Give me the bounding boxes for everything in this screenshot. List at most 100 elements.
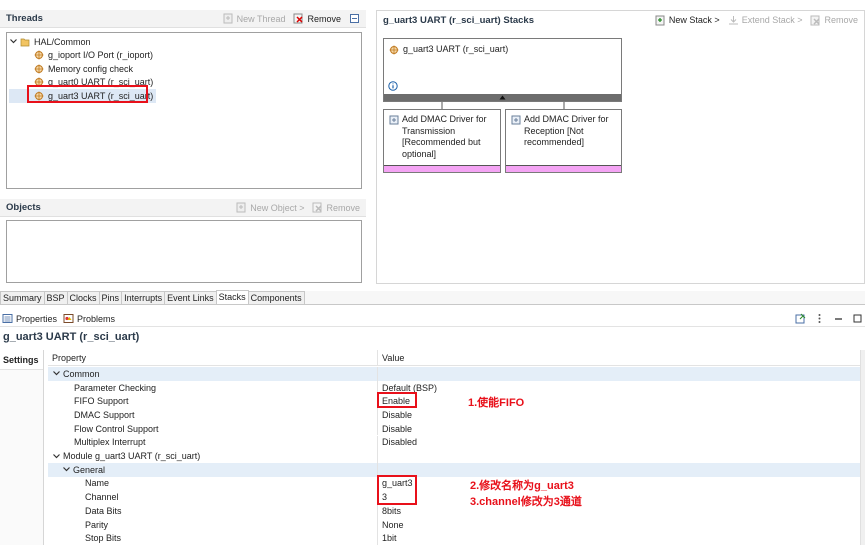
info-icon[interactable]	[388, 81, 398, 91]
properties-side-tabs: Settings	[0, 350, 44, 545]
add-driver-icon	[511, 115, 521, 125]
threads-panel: Threads New Thread Remove HAL/Common g_i…	[0, 10, 366, 196]
tab-components[interactable]: Components	[247, 291, 305, 304]
chevron-down-icon[interactable]	[9, 37, 18, 46]
objects-panel: Objects New Object > Remove	[0, 199, 366, 287]
table-row[interactable]: Multiplex Interrupt Disabled	[48, 435, 860, 450]
tab-problems[interactable]: Problems	[63, 313, 115, 324]
extend-stack-button[interactable]: Extend Stack >	[728, 15, 802, 26]
remove-stack-button[interactable]: Remove	[810, 15, 858, 26]
row-property-value[interactable]: Default (BSP)	[379, 381, 860, 395]
minimize-icon[interactable]	[349, 13, 360, 24]
remove-object-label: Remove	[326, 202, 360, 213]
row-property-name: Multiplex Interrupt	[74, 437, 146, 448]
table-row[interactable]: Parity None	[48, 517, 860, 532]
row-property-value[interactable]: Enable	[379, 394, 860, 408]
row-property-name: Common	[63, 368, 100, 379]
table-row[interactable]: Channel 3	[48, 490, 860, 504]
table-row[interactable]: DMAC Support Disable	[48, 408, 860, 422]
remove-object-button[interactable]: Remove	[312, 202, 360, 213]
objects-list	[6, 220, 362, 283]
module-icon	[34, 50, 44, 60]
table-row[interactable]: Flow Control Support Disable	[48, 421, 860, 436]
column-header-property[interactable]: Property	[48, 350, 378, 365]
table-row[interactable]: Module g_uart3 UART (r_sci_uart)	[48, 449, 860, 463]
table-row[interactable]: FIFO Support Enable	[48, 394, 860, 409]
collapse-arrow-icon	[499, 95, 506, 100]
stack-expand-bar[interactable]	[384, 94, 621, 101]
row-property-value[interactable]: g_uart3	[379, 477, 860, 491]
table-row[interactable]: Stop Bits 1bit	[48, 531, 860, 545]
properties-title: g_uart3 UART (r_sci_uart)	[3, 331, 140, 343]
properties-icon	[2, 314, 13, 323]
stacks-header: g_uart3 UART (r_sci_uart) Stacks New Sta…	[377, 11, 864, 29]
annotation-enable-fifo: 1.使能FIFO	[468, 397, 525, 409]
tab-stacks[interactable]: Stacks	[215, 290, 249, 304]
row-property-name: Parameter Checking	[74, 382, 157, 393]
maximize-icon[interactable]	[852, 313, 863, 324]
chevron-down-icon[interactable]	[52, 452, 61, 461]
row-property-name: FIFO Support	[74, 396, 129, 407]
stack-module-dmac-rx[interactable]: Add DMAC Driver for Reception [Not recom…	[505, 109, 622, 173]
stack-module-header: g_uart3 UART (r_sci_uart)	[389, 44, 508, 56]
table-row[interactable]: Parameter Checking Default (BSP)	[48, 380, 860, 395]
table-row[interactable]: Data Bits 8bits	[48, 504, 860, 518]
remove-icon	[293, 13, 304, 24]
chevron-down-icon[interactable]	[62, 465, 71, 474]
stack-module-uart3[interactable]: g_uart3 UART (r_sci_uart)	[383, 38, 622, 102]
new-stack-button[interactable]: New Stack >	[655, 15, 720, 26]
tree-item-ioport[interactable]: g_ioport I/O Port (r_ioport)	[9, 49, 361, 63]
row-property-value[interactable]: Disabled	[379, 436, 860, 450]
row-property-name: Module g_uart3 UART (r_sci_uart)	[63, 451, 201, 462]
table-row[interactable]: General	[48, 462, 860, 477]
tab-interrupts[interactable]: Interrupts	[121, 291, 166, 304]
tab-bsp[interactable]: BSP	[43, 291, 68, 304]
column-header-value[interactable]: Value	[379, 350, 860, 365]
stack-module-dmac-tx[interactable]: Add DMAC Driver for Transmission [Recomm…	[383, 109, 501, 173]
chevron-down-icon[interactable]	[52, 369, 61, 378]
side-tab-settings[interactable]: Settings	[0, 350, 43, 370]
new-object-button[interactable]: New Object >	[236, 202, 304, 213]
table-row[interactable]: Common	[48, 367, 860, 381]
tab-pins[interactable]: Pins	[98, 291, 123, 304]
module-icon	[34, 64, 44, 74]
tab-properties-label: Properties	[16, 313, 58, 324]
remove-icon	[810, 15, 821, 25]
tree-item-hal-common[interactable]: HAL/Common	[9, 35, 361, 49]
stacks-title: g_uart3 UART (r_sci_uart) Stacks	[383, 14, 534, 26]
row-property-value[interactable]: None	[379, 518, 860, 532]
highlight-uart3-thread	[27, 85, 148, 103]
remove-thread-button[interactable]: Remove	[293, 13, 341, 24]
row-property-name: Stop Bits	[85, 533, 122, 544]
minimize-icon[interactable]	[833, 313, 844, 324]
pin-view-icon[interactable]	[795, 313, 806, 324]
new-thread-button[interactable]: New Thread	[223, 13, 285, 24]
row-property-name: Data Bits	[85, 505, 122, 516]
properties-scrollbar[interactable]	[860, 350, 865, 545]
threads-tree: HAL/Common g_ioport I/O Port (r_ioport) …	[6, 32, 362, 189]
row-property-value[interactable]	[379, 449, 860, 463]
row-property-value[interactable]: 1bit	[379, 531, 860, 545]
row-property-value[interactable]	[379, 367, 860, 381]
row-property-name: Channel	[85, 492, 119, 503]
tab-event-links[interactable]: Event Links	[164, 291, 217, 304]
row-property-value[interactable]	[379, 463, 860, 477]
row-property-name: Flow Control Support	[74, 423, 159, 434]
row-property-value[interactable]: Disable	[379, 408, 860, 422]
row-property-value[interactable]: 8bits	[379, 504, 860, 518]
tab-properties[interactable]: Properties	[2, 313, 57, 324]
editor-tabs: Summary BSP Clocks Pins Interrupts Event…	[0, 290, 865, 305]
row-property-value[interactable]: 3	[379, 490, 860, 504]
tab-clocks[interactable]: Clocks	[66, 291, 100, 304]
row-property-value[interactable]: Disable	[379, 422, 860, 436]
view-menu-icon[interactable]	[814, 313, 825, 324]
extend-stack-icon	[728, 15, 738, 24]
new-object-icon	[236, 202, 246, 213]
tab-summary[interactable]: Summary	[0, 291, 45, 304]
folder-icon	[20, 38, 30, 47]
table-row[interactable]: Name g_uart3	[48, 476, 860, 491]
tree-item-label: g_ioport I/O Port (r_ioport)	[48, 50, 154, 61]
tree-item-memory-check[interactable]: Memory config check	[9, 62, 361, 76]
row-property-name: DMAC Support	[74, 409, 135, 420]
highlight-name-channel-values	[377, 475, 417, 505]
